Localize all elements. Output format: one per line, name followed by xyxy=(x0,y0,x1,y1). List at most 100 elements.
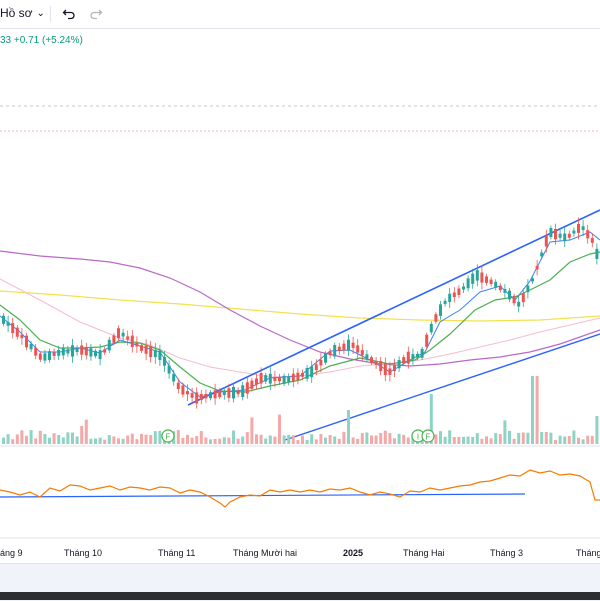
candle-body xyxy=(84,347,88,356)
candle-body xyxy=(489,279,493,285)
volume-bar xyxy=(268,435,272,444)
candle-body xyxy=(406,351,410,364)
volume-series xyxy=(2,376,599,444)
candle-body xyxy=(25,335,28,348)
candle-body xyxy=(43,353,47,361)
candle-body xyxy=(448,293,452,302)
candle-body xyxy=(379,361,383,372)
candle-body xyxy=(590,238,594,243)
volume-bar xyxy=(43,433,47,444)
volume-bar xyxy=(328,435,332,444)
earnings-marker[interactable]: F xyxy=(421,429,435,443)
volume-bar xyxy=(383,430,387,444)
volume-bar xyxy=(57,435,61,444)
candle-body xyxy=(209,392,212,399)
volume-bar xyxy=(434,434,438,444)
volume-bar xyxy=(489,438,493,444)
lower-trendline xyxy=(284,333,600,441)
earnings-marker-label: F xyxy=(426,433,431,442)
candle-body xyxy=(15,327,19,337)
candle-body xyxy=(425,334,429,347)
candle-body xyxy=(153,349,157,358)
candle-body xyxy=(411,354,415,360)
candle-body xyxy=(439,304,442,316)
volume-bar xyxy=(577,437,580,444)
volume-bar xyxy=(15,434,19,444)
volume-bar xyxy=(365,432,369,444)
candle-body xyxy=(71,345,74,357)
candle-body xyxy=(314,364,318,371)
volume-bar xyxy=(586,435,590,444)
volume-bar xyxy=(84,419,88,444)
candle-body xyxy=(535,265,539,270)
profile-selector[interactable]: Hồ sơ ⌄ xyxy=(0,6,45,20)
volume-bar xyxy=(310,434,314,444)
time-axis-label: áng 9 xyxy=(0,548,23,558)
candle-body xyxy=(259,373,263,384)
candle-body xyxy=(388,368,392,375)
volume-bar xyxy=(34,438,38,444)
earnings-marker-label: I xyxy=(417,433,419,442)
volume-bar xyxy=(259,434,263,444)
volume-bar xyxy=(393,438,396,444)
volume-bar xyxy=(544,431,548,444)
volume-bar xyxy=(29,430,33,444)
taskbar xyxy=(0,592,600,600)
candle-body xyxy=(190,393,194,398)
candle-body xyxy=(567,233,571,238)
volume-bar xyxy=(89,438,93,444)
candle-body xyxy=(503,289,507,293)
volume-bar xyxy=(103,439,107,444)
candle-body xyxy=(471,273,475,284)
candle-body xyxy=(370,357,373,363)
candle-body xyxy=(218,390,222,397)
volume-bar xyxy=(291,435,295,444)
candle-body xyxy=(544,235,548,247)
volume-bar xyxy=(347,410,350,444)
volume-bar xyxy=(278,414,281,444)
volume-bar xyxy=(397,433,401,444)
volume-bar xyxy=(503,420,507,444)
volume-bar xyxy=(521,432,525,444)
volume-bar xyxy=(250,417,254,444)
earnings-marker[interactable]: F xyxy=(161,429,175,443)
candle-body xyxy=(531,278,534,282)
candle-body xyxy=(581,226,585,231)
candle-body xyxy=(172,373,176,382)
price-chart[interactable]: F I F xyxy=(0,28,600,563)
volume-bar xyxy=(107,435,111,444)
candle-body xyxy=(48,351,51,361)
candle-body xyxy=(250,380,254,389)
volume-bar xyxy=(222,437,226,444)
redo-button[interactable] xyxy=(86,4,106,24)
candle-body xyxy=(333,344,337,357)
chevron-down-icon: ⌄ xyxy=(36,7,45,19)
candle-body xyxy=(342,343,346,351)
volume-bar xyxy=(360,433,364,444)
volume-bar xyxy=(126,435,130,444)
volume-bar xyxy=(443,436,447,444)
volume-bar xyxy=(20,430,24,444)
undo-button[interactable] xyxy=(59,4,79,24)
candle-body xyxy=(144,345,148,354)
volume-bar xyxy=(448,430,452,444)
volume-bar xyxy=(333,436,337,444)
volume-bar xyxy=(130,433,134,444)
candle-body xyxy=(351,342,355,348)
volume-bar xyxy=(549,432,553,444)
candle-body xyxy=(383,363,387,376)
candle-body xyxy=(34,347,38,356)
candle-body xyxy=(268,373,272,384)
volume-bar xyxy=(25,435,28,444)
time-axis-label: Tháng 11 xyxy=(158,548,196,558)
volume-bar xyxy=(554,439,557,444)
candle-body xyxy=(563,233,567,242)
volume-bar xyxy=(117,438,120,444)
volume-bar xyxy=(80,425,84,444)
volume-bar xyxy=(176,430,180,444)
candle-body xyxy=(485,276,488,283)
volume-bar xyxy=(236,438,240,444)
candle-body xyxy=(466,278,470,289)
volume-bar xyxy=(439,431,442,444)
candle-body xyxy=(176,382,180,390)
